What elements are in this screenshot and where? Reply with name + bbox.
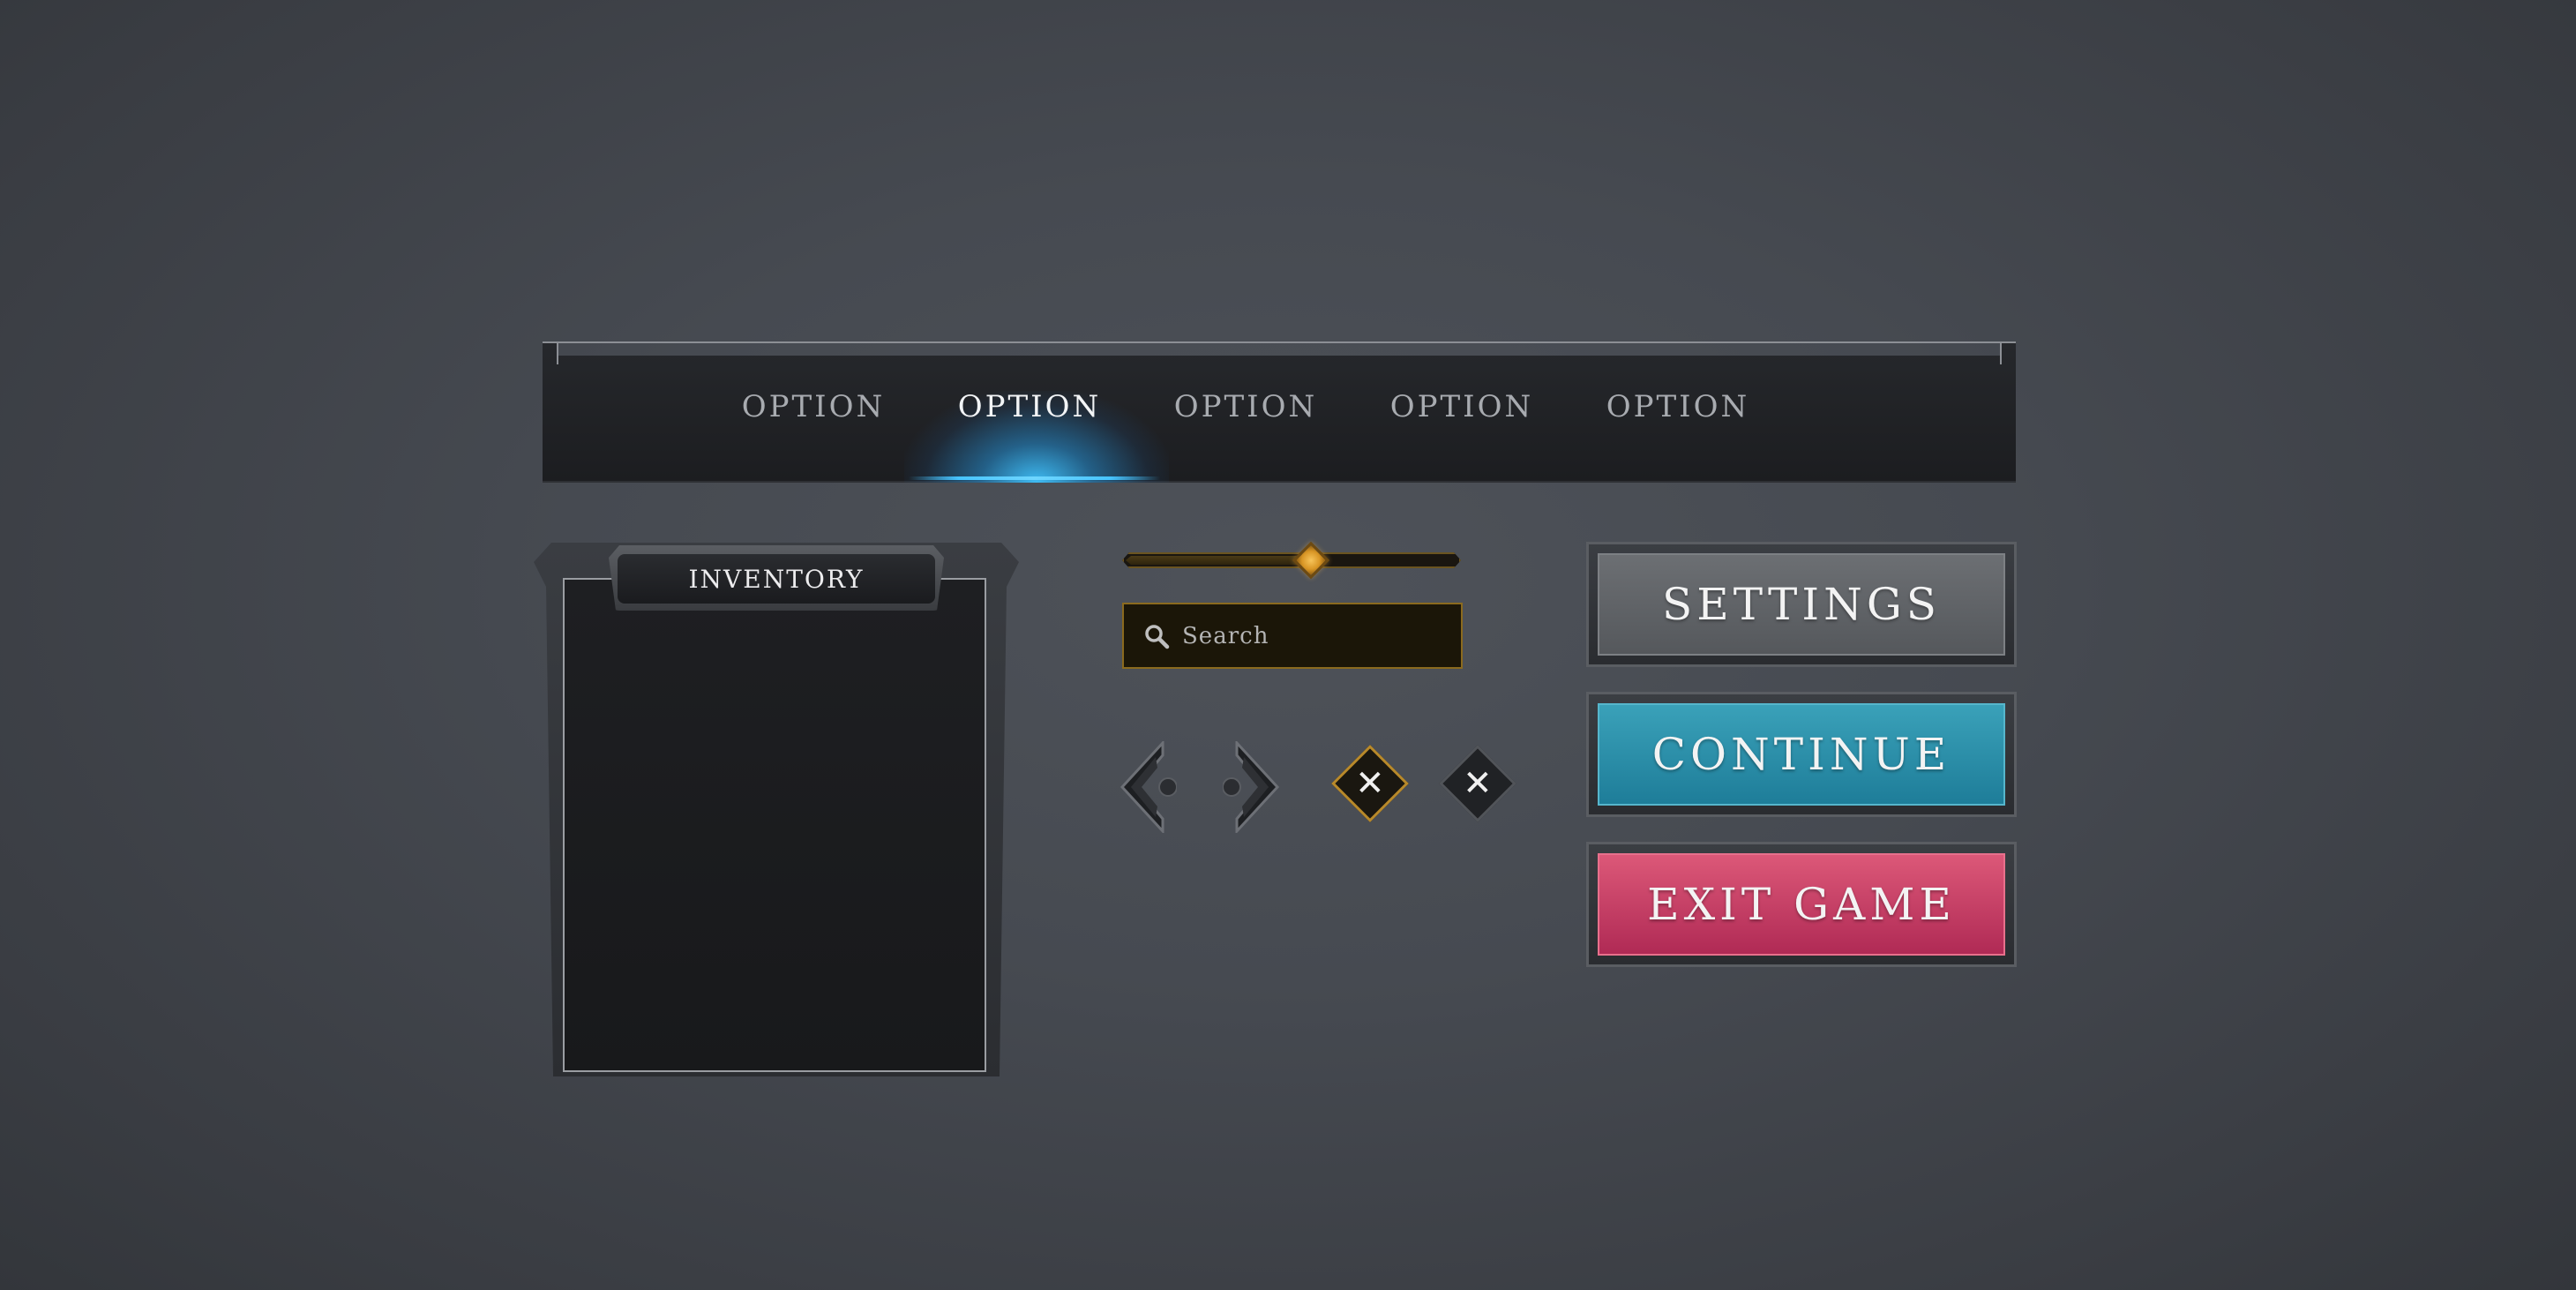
tab-option-5[interactable]: OPTION (1590, 389, 1766, 424)
prev-arrow-button[interactable] (1119, 739, 1178, 835)
close-icon: ✕ (1463, 762, 1493, 804)
slider-thumb[interactable] (1292, 541, 1330, 580)
continue-button-label: CONTINUE (1598, 703, 2005, 806)
inventory-title: INVENTORY (618, 554, 935, 604)
tab-option-2-active[interactable]: OPTION (941, 389, 1118, 424)
exit-game-button[interactable]: EXIT GAME (1586, 842, 2017, 967)
search-icon (1143, 623, 1170, 649)
chevron-left-icon (1120, 739, 1178, 835)
chevron-right-icon (1222, 739, 1280, 835)
tab-option-1[interactable]: OPTION (725, 389, 902, 424)
nav-bar-top-border (558, 341, 2000, 343)
close-icon: ✕ (1355, 762, 1385, 804)
tab-option-4[interactable]: OPTION (1374, 389, 1550, 424)
continue-button[interactable]: CONTINUE (1586, 692, 2017, 817)
next-arrow-button[interactable] (1222, 739, 1281, 835)
settings-button-label: SETTINGS (1598, 553, 2005, 656)
settings-button[interactable]: SETTINGS (1586, 542, 2017, 667)
inventory-panel-content (563, 578, 986, 1072)
active-tab-underline (909, 476, 1160, 480)
close-button-dark[interactable]: ✕ (1439, 745, 1516, 822)
close-button-gold[interactable]: ✕ (1331, 745, 1409, 822)
search-field[interactable] (1122, 603, 1463, 669)
search-input[interactable] (1182, 622, 1447, 649)
nav-tabs: OPTION OPTION OPTION OPTION OPTION (543, 356, 2016, 483)
slider-fill (1126, 556, 1311, 565)
tab-option-3[interactable]: OPTION (1157, 389, 1334, 424)
exit-game-button-label: EXIT GAME (1598, 853, 2005, 956)
